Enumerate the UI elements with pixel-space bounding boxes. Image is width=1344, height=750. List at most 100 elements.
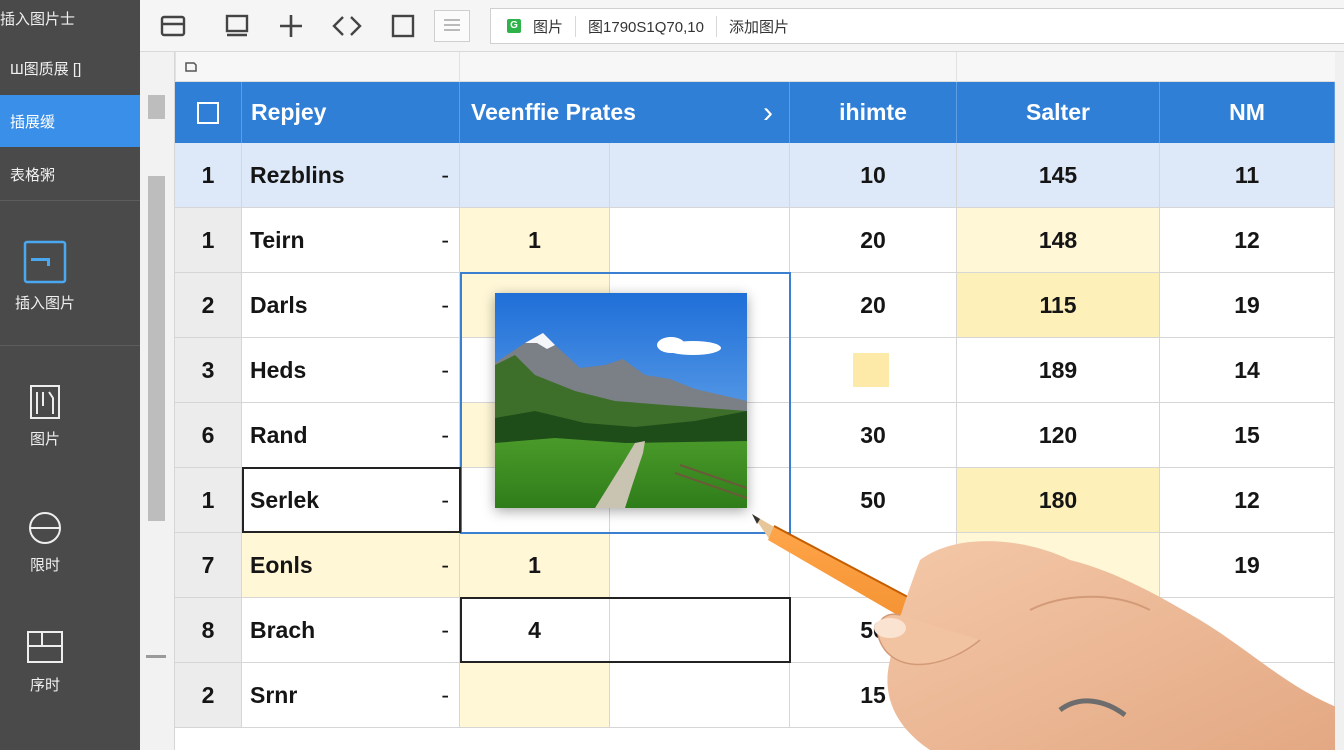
data-cell-c[interactable]: 20 [790, 273, 957, 338]
tool-label: 插入图片 [14, 295, 75, 312]
dropdown-dash-icon[interactable]: - [441, 682, 449, 709]
tool-label: 序时 [29, 677, 60, 694]
name-cell[interactable]: Rand - [242, 403, 460, 468]
name-text: Eonls [250, 551, 313, 578]
formula-value[interactable]: 图1790S1Q70,10 [588, 15, 717, 37]
data-cell-e[interactable]: 14 [1160, 338, 1335, 403]
data-cell-e[interactable]: 11 [1160, 143, 1335, 208]
column-header-salter[interactable]: Salter [957, 82, 1160, 143]
add-button[interactable] [274, 9, 308, 43]
row-number-cell[interactable]: 8 [175, 598, 242, 663]
name-cell[interactable]: Heds - [242, 338, 460, 403]
data-cell-c[interactable]: 30 [790, 403, 957, 468]
dropdown-dash-icon[interactable]: - [441, 552, 449, 579]
formula-bar[interactable]: G 图片 图1790S1Q70,10 添加图片 [490, 8, 1344, 44]
data-cell-e[interactable]: 15 [1160, 403, 1335, 468]
checkbox-icon[interactable] [196, 101, 220, 125]
tool-picture[interactable]: 图片 [0, 384, 90, 449]
subbar-divider [175, 52, 176, 82]
column-header-prates[interactable]: Veenffie Prates › [460, 82, 790, 143]
data-cell-d[interactable]: 148 [957, 208, 1160, 273]
active-cell-frame[interactable] [242, 467, 461, 533]
dropdown-dash-icon[interactable]: - [441, 357, 449, 384]
square-button[interactable] [386, 9, 420, 43]
dropdown-dash-icon[interactable]: - [441, 422, 449, 449]
sidebar-item-label: 插入图片士 [0, 11, 76, 28]
scrollbar-thumb-top[interactable] [148, 95, 165, 119]
dropdown-dash-icon[interactable]: - [441, 162, 449, 189]
data-cell-b[interactable]: 1 [460, 208, 610, 273]
column-header-repjey[interactable]: Repjey [242, 82, 460, 143]
image-insert-icon [23, 240, 67, 284]
empty-cell[interactable] [610, 208, 790, 273]
scrollbar-marker [146, 655, 166, 658]
dropdown-dash-icon[interactable]: - [441, 292, 449, 319]
row-number-cell[interactable]: 1 [175, 208, 242, 273]
name-cell[interactable]: Darls - [242, 273, 460, 338]
row-number-cell[interactable]: 7 [175, 533, 242, 598]
sidebar-item-insert-image[interactable]: 插入图片士 [0, 8, 75, 29]
list-button[interactable] [434, 10, 470, 42]
dropdown-dash-icon[interactable]: - [441, 617, 449, 644]
row-number-cell[interactable]: 2 [175, 273, 242, 338]
data-cell-d[interactable]: 145 [957, 143, 1160, 208]
sidebar-divider [0, 345, 140, 346]
data-cell-d[interactable]: 189 [957, 338, 1160, 403]
column-header-nm[interactable]: NM [1160, 82, 1335, 143]
name-text: Darls [250, 291, 308, 318]
dropdown-dash-icon[interactable]: - [441, 227, 449, 254]
data-cell-c[interactable]: 10 [790, 143, 957, 208]
hand-pencil-illustration [752, 514, 1344, 750]
tool-order[interactable]: 序时 [0, 630, 90, 695]
sidebar-item-image-panel[interactable]: Ш图质展 [] [10, 58, 81, 79]
data-cell-b[interactable] [460, 663, 610, 728]
row-number-cell[interactable]: 2 [175, 663, 242, 728]
monitor-button[interactable] [220, 9, 254, 43]
name-text: Heds [250, 356, 307, 383]
save-icon [160, 15, 186, 37]
save-button[interactable] [156, 9, 190, 43]
sidebar-item-expand[interactable]: 插展缓 [10, 111, 55, 132]
spreadsheet-app: 插入图片士 Ш图质展 [] 插展缓 表格粥 插入图片 图片 限时 序时 G 图片… [0, 0, 1344, 750]
name-cell[interactable]: Srnr - [242, 663, 460, 728]
formula-label: 添加图片 [728, 18, 789, 36]
column-header-label: Repjey [251, 99, 327, 125]
tool-limit[interactable]: 限时 [0, 510, 90, 575]
column-header-label: ihimte [839, 99, 907, 125]
sidebar-item-label: 表格粥 [10, 167, 56, 184]
row-number-cell[interactable]: 6 [175, 403, 242, 468]
scrollbar-thumb[interactable] [148, 176, 165, 521]
name-cell[interactable]: Rezblins - [242, 143, 460, 208]
data-cell-e[interactable]: 19 [1160, 273, 1335, 338]
data-cell-c[interactable]: 20 [790, 208, 957, 273]
sidebar-item-label: 插展缓 [10, 114, 56, 131]
chevron-right-icon[interactable]: › [763, 96, 773, 130]
data-cell-b[interactable] [460, 143, 610, 208]
inserted-landscape-image[interactable] [495, 293, 747, 508]
name-text: Teirn [250, 226, 305, 253]
tool-label: 图片 [29, 431, 60, 448]
data-cell-e[interactable]: 12 [1160, 208, 1335, 273]
code-icon [332, 16, 362, 36]
row-number-cell[interactable]: 1 [175, 468, 242, 533]
empty-cell[interactable] [610, 143, 790, 208]
sidebar-item-table[interactable]: 表格粥 [10, 164, 55, 185]
data-cell-b[interactable]: 1 [460, 533, 610, 598]
plus-icon [280, 15, 302, 37]
toolbar: G 图片 图1790S1Q70,10 添加图片 [140, 0, 1344, 52]
tool-insert-image[interactable]: 插入图片 [0, 240, 90, 313]
row-number-cell[interactable]: 3 [175, 338, 242, 403]
data-cell-d[interactable]: 120 [957, 403, 1160, 468]
name-cell[interactable]: Eonls - [242, 533, 460, 598]
select-all-icon[interactable] [184, 61, 198, 73]
column-header-label: Veenffie Prates [471, 99, 636, 125]
name-cell[interactable]: Teirn - [242, 208, 460, 273]
select-all-header[interactable] [175, 82, 242, 143]
data-cell-d[interactable]: 115 [957, 273, 1160, 338]
subbar-divider [956, 52, 957, 82]
column-header-ihimte[interactable]: ihimte [790, 82, 957, 143]
name-cell[interactable]: Brach - [242, 598, 460, 663]
cell-reference[interactable]: 图片 [533, 15, 577, 37]
code-button[interactable] [330, 9, 364, 43]
row-number-cell[interactable]: 1 [175, 143, 242, 208]
